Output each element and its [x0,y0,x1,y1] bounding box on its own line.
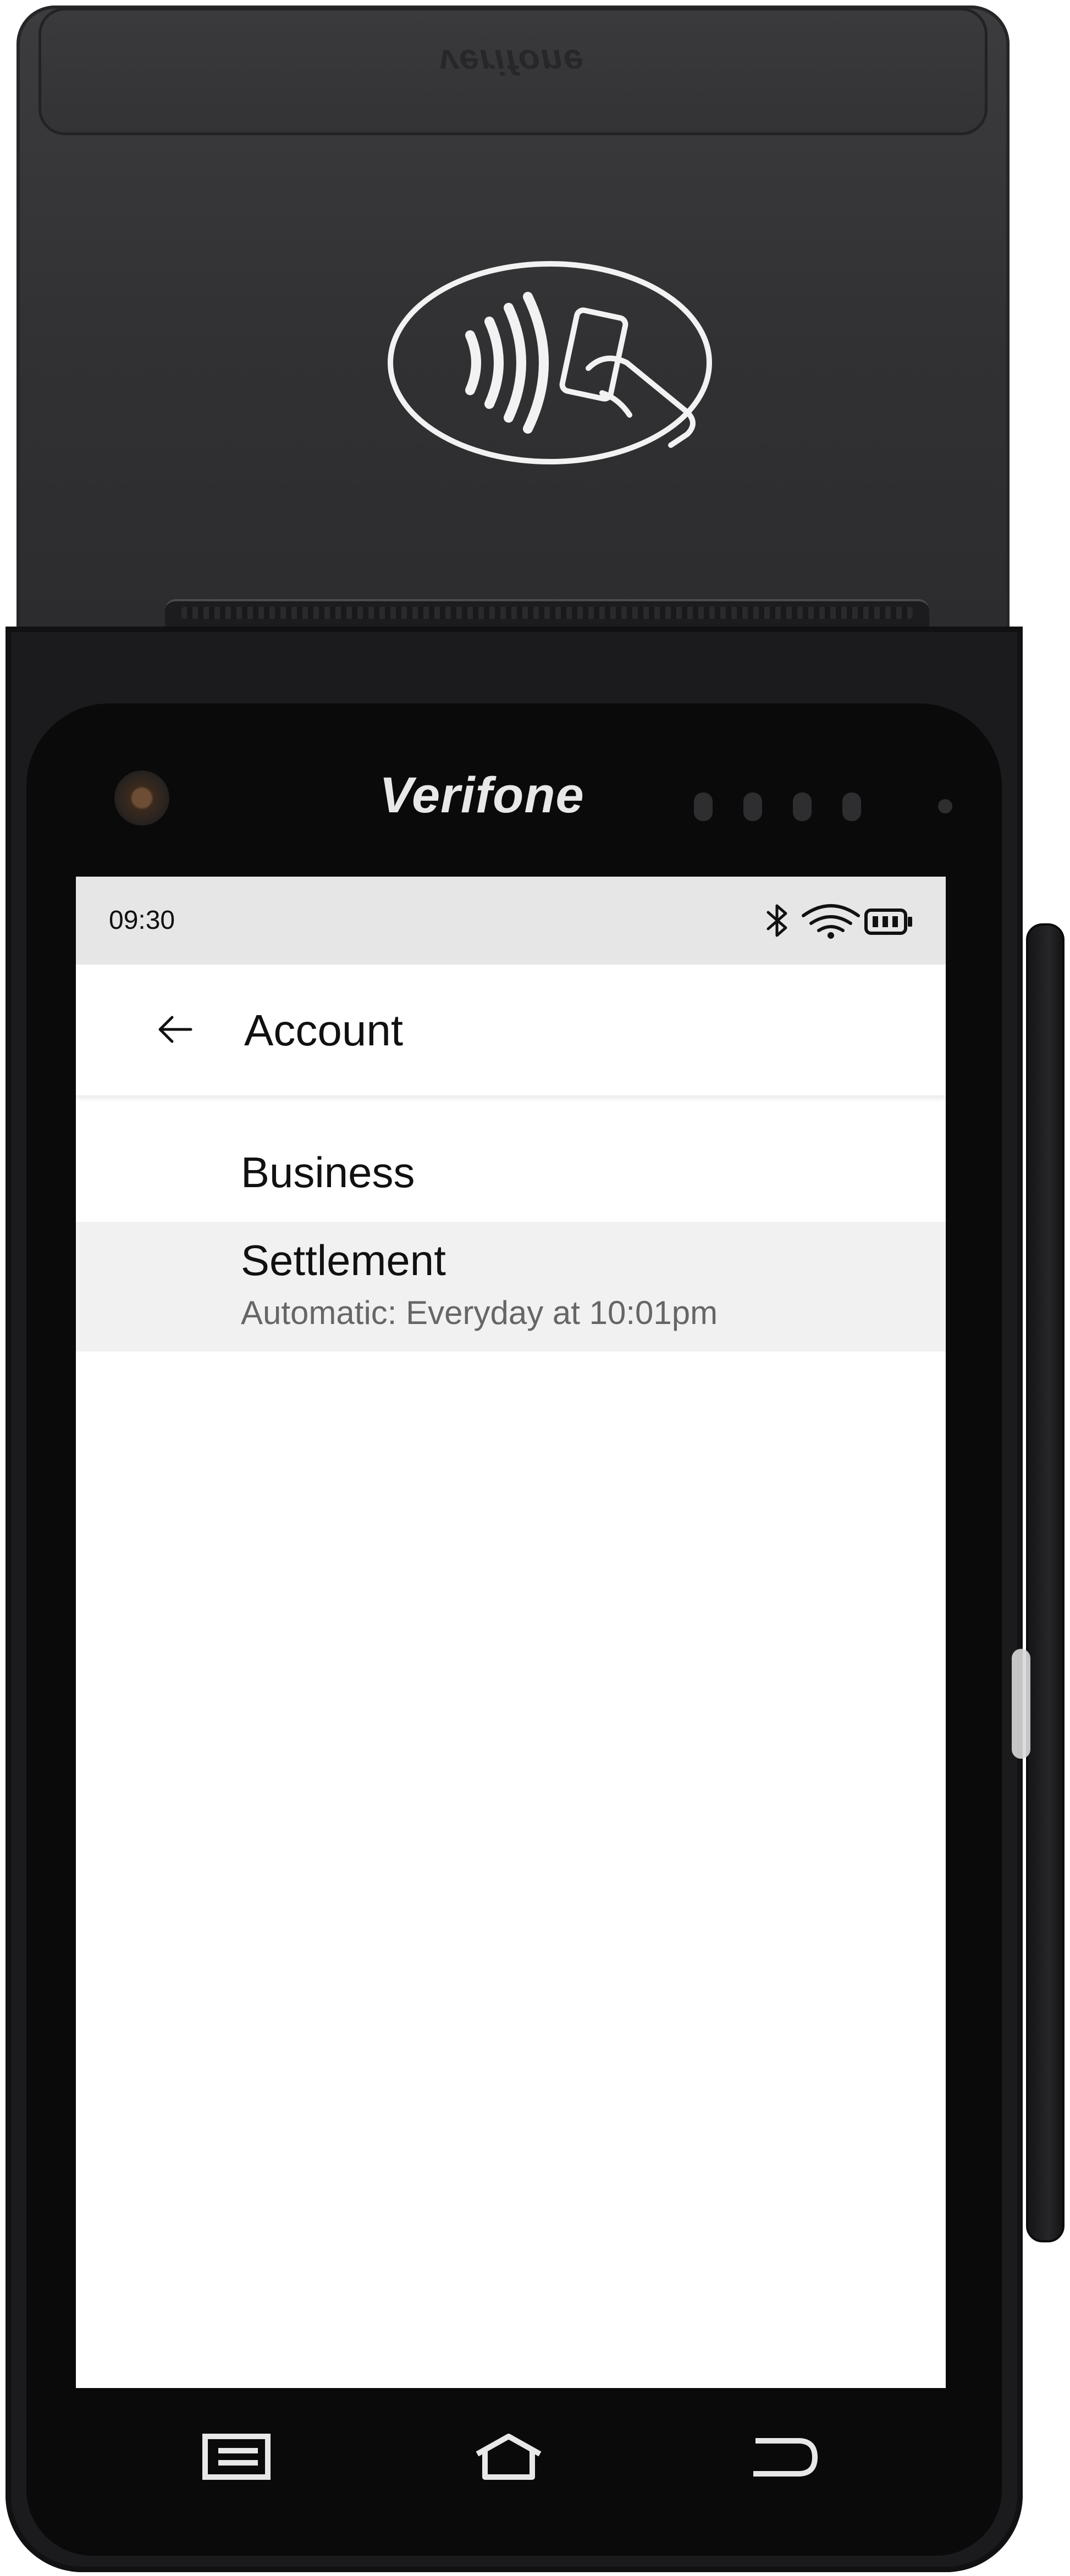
list-item-business[interactable]: Business [76,1112,946,1217]
side-card-reader [1026,923,1065,2242]
brand-logo: Verifone [379,767,584,823]
status-time: 09:30 [109,906,175,935]
menu-button[interactable] [181,2407,291,2506]
lid-brand-emboss: verifone [438,42,584,82]
status-led-4 [842,793,861,821]
status-icons [766,904,912,939]
back-icon [753,2438,818,2477]
contactless-icon [388,261,712,464]
battery-icon [864,908,912,935]
status-bar: 09:30 [76,877,946,965]
wifi-icon [802,904,860,939]
screen: 09:30 Account Business Settlement Automa… [76,877,946,2388]
light-sensor [938,799,952,813]
bluetooth-icon [766,904,787,937]
home-button[interactable] [454,2407,564,2506]
list-item-label: Settlement [241,1236,446,1284]
front-camera [114,771,169,826]
status-led-2 [743,793,762,821]
status-led-1 [694,793,713,821]
list-item-settlement[interactable]: Settlement Automatic: Everyday at 10:01p… [76,1222,946,1351]
list-item-label: Business [241,1148,415,1196]
status-led-3 [793,793,812,821]
side-button [1012,1649,1030,1759]
back-button[interactable] [142,996,208,1062]
list-item-sublabel: Automatic: Everyday at 10:01pm [241,1294,718,1331]
app-bar: Account [76,965,946,1095]
page-title: Account [244,1006,404,1055]
system-back-button[interactable] [729,2407,839,2506]
menu-icon [202,2434,271,2480]
home-icon [476,2434,542,2480]
arrow-left-icon [158,1016,192,1043]
paper-cutter [181,607,913,619]
